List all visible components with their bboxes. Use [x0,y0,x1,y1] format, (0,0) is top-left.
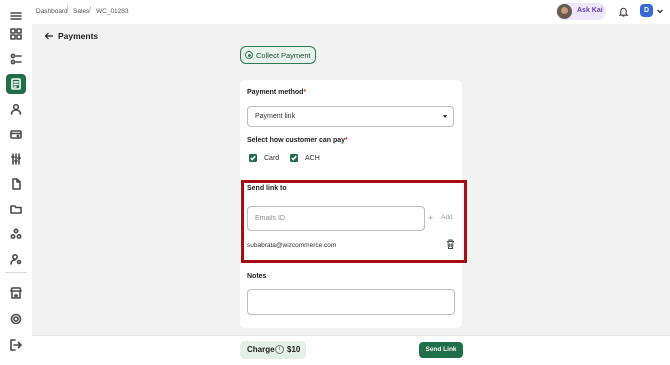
sliders-icon[interactable] [6,149,26,169]
catalog-icon[interactable] [6,49,26,69]
charge-label: Charge [247,345,275,354]
settings-gear-icon[interactable] [6,309,26,329]
document-icon[interactable] [6,174,26,194]
pay-options-label: Select how customer can pay* [247,137,348,144]
card-option-label: Card [264,155,280,162]
notes-label: Notes [247,273,267,280]
charge-amount: $10 [287,345,301,354]
network-icon[interactable] [6,224,26,244]
delete-trash-icon[interactable] [446,239,455,249]
send-link-button[interactable]: Send Link [419,342,463,358]
breadcrumb-separator: / [66,7,68,14]
back-arrow-icon[interactable] [44,31,54,41]
charge-summary: Charge i $10 [240,341,306,359]
notes-textarea[interactable] [247,289,455,315]
dropdown-caret-icon [443,115,447,118]
footer-bar [32,335,670,365]
send-link-label: Send link to [247,185,287,192]
logout-icon[interactable] [6,335,26,355]
add-label: Add [441,214,453,221]
breadcrumb-dashboard[interactable]: Dashboard [36,8,68,15]
kai-avatar [557,4,572,19]
breadcrumb-order-id: WC_01283 [96,8,129,15]
user-settings-icon[interactable] [6,249,26,269]
user-avatar[interactable]: D [640,4,653,17]
info-icon[interactable]: i [275,345,284,354]
collect-payment-option[interactable]: Collect Payment [240,46,316,64]
sidebar-divider [5,272,27,273]
menu-icon[interactable] [6,6,26,26]
folder-icon[interactable] [6,199,26,219]
store-icon[interactable] [6,283,26,303]
payment-method-select[interactable]: Payment link [247,106,454,127]
dashboard-icon[interactable] [6,24,26,44]
add-email-button[interactable]: + Add [428,213,456,223]
radio-selected-icon [245,51,253,59]
customer-icon[interactable] [6,99,26,119]
card-checkbox[interactable] [249,154,257,162]
email-input-wrapper [247,206,425,231]
ach-option-label: ACH [305,155,320,162]
orders-icon[interactable] [6,74,26,94]
ach-checkbox[interactable] [290,154,298,162]
breadcrumb-sales[interactable]: Sales [73,8,89,15]
email-list-item: subabrata@wizcommerce.com [247,242,337,249]
collect-payment-label: Collect Payment [256,51,311,60]
breadcrumb-separator: / [89,7,91,14]
sidebar [0,0,32,365]
chevron-down-icon[interactable] [656,7,664,15]
payment-method-value: Payment link [255,113,296,120]
page-title: Payments [58,31,99,41]
ask-kai-button[interactable]: Ask Kai [556,3,606,20]
plus-icon: + [428,213,434,223]
payment-method-label: Payment method* [247,89,307,96]
ask-kai-label: Ask Kai [577,7,603,14]
emails-id-input[interactable] [248,207,424,230]
payments-icon[interactable] [6,124,26,144]
notification-bell-icon[interactable] [618,6,629,17]
